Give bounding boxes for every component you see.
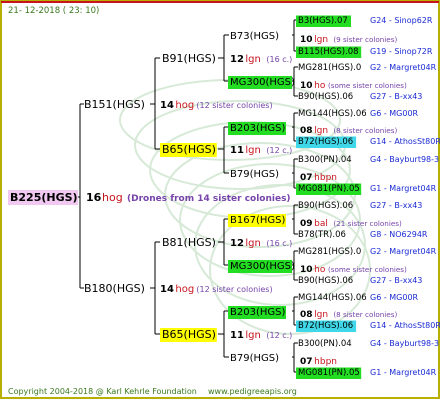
ggsire-2-1-1-note: (21 sister colonies)	[333, 219, 402, 228]
sire-1-note: (12 sister colonies)	[196, 101, 272, 110]
ancestor-1-2-1-2: B72(HGS).06	[298, 137, 353, 147]
ancestor-2-1-2-1: MG281(HGS).0	[298, 247, 361, 257]
ggsire-1-1-2-note: (some sister colonies)	[328, 81, 407, 90]
ancestor-2-1-1-1: B90(HGS).06	[298, 201, 353, 211]
root-label: B225(HGS)	[10, 191, 78, 204]
ancestor-2-1-1-2: B78(TR).06	[298, 230, 346, 240]
ggsire-2-2-2: B79(HGS)	[230, 353, 279, 364]
ggsire-2-2-2-number: 07	[300, 357, 313, 367]
ggsire-2-1-2-number: 10	[300, 265, 313, 275]
ggsire-1-2-1-hog: lgn	[314, 126, 328, 136]
ancestor-2-1-1-1-tag: G27 - B-xx43	[370, 201, 422, 210]
grandsire-2-1-hog: lgn	[245, 238, 260, 249]
sire-1: B151(HGS)	[84, 98, 145, 111]
ancestor-1-1-2-1: MG281(HGS).0	[298, 63, 361, 73]
ancestor-2-2-1-2: B72(HGS).06	[298, 321, 353, 331]
footer-copyright: Copyright 2004-2018 @ Karl Kehrle Founda…	[8, 387, 197, 396]
pedigree-chart: B225(HGS) 16 hog (Drones from 14 sister col…	[0, 0, 440, 399]
ancestor-2-2-2-1: B300(PN).04	[298, 339, 352, 349]
ggsire-2-2-2-hog: hbpn	[314, 357, 337, 367]
ggsire-1-2-1: B203(HGS)	[230, 123, 285, 134]
grandsire-1-1-number: 12	[230, 54, 244, 65]
ancestor-1-1-2-2-tag: G27 - B-xx43	[370, 92, 422, 101]
ancestor-1-2-2-1-tag: G4 - Bayburt98-3	[370, 155, 439, 164]
ancestor-2-2-1-2-tag: G14 - AthosSt80R	[370, 321, 440, 330]
ancestor-2-1-2-1-tag: G2 - Margret04R	[370, 247, 437, 256]
grandsire-2-2-note: (12 c.)	[266, 331, 292, 340]
ggsire-2-1-1-number: 09	[300, 219, 313, 229]
ggsire-2-2-1-hog: lgn	[314, 310, 328, 320]
grandsire-1-2-number: 11	[230, 145, 244, 156]
ancestor-1-1-1-1-tag: G24 - Sinop62R	[370, 16, 433, 25]
ggsire-2-1-1-hog: bal	[314, 219, 328, 229]
sire-2-note: (12 sister colonies)	[196, 285, 272, 294]
grandsire-2-1-number: 12	[230, 238, 244, 249]
grandsire-1-1-hog: lgn	[245, 54, 260, 65]
ggsire-2-1-2: MG300(HGS)	[230, 261, 295, 272]
ancestor-2-1-1-2-tag: G8 - NO6294R	[370, 230, 428, 239]
ancestor-2-2-1-1: MG144(HGS).06	[298, 293, 367, 303]
sire-2-number: 14	[160, 284, 174, 295]
ancestor-1-1-2-2: B90(HGS).06	[298, 92, 353, 102]
ggsire-1-2-2: B79(HGS)	[230, 169, 279, 180]
grandsire-2-2-hog: lgn	[245, 330, 260, 341]
ancestor-1-2-2-2-tag: G1 - Margret04R	[370, 184, 437, 193]
ancestor-1-1-1-1: B3(HGS).07	[298, 16, 348, 26]
ggsire-2-2-1: B203(HGS)	[230, 307, 285, 318]
ancestor-2-2-2-1-tag: G4 - Bayburt98-3	[370, 339, 439, 348]
root-number: 16	[86, 191, 102, 204]
ggsire-2-2-1-note: (8 sister colonies)	[333, 310, 397, 319]
ggsire-1-2-1-number: 08	[300, 126, 313, 136]
grandsire-1-2-hog: lgn	[245, 145, 260, 156]
ggsire-1-1-1-note: (9 sister colonies)	[333, 35, 397, 44]
ggsire-1-2-2-hog: hbpn	[314, 173, 337, 183]
ggsire-1-1-2-hog: ho	[314, 81, 326, 91]
grandsire-1-2: B65(HGS)	[162, 143, 216, 156]
ancestor-2-2-1-1-tag: G6 - MG00R	[370, 293, 419, 302]
grandsire-2-2-number: 11	[230, 330, 244, 341]
ggsire-1-1-1-number: 10	[300, 35, 313, 45]
ggsire-1-1-2-number: 10	[300, 81, 313, 91]
ancestor-1-1-1-2-tag: G19 - Sinop72R	[370, 47, 433, 56]
root-note: (Drones from 14 sister colonies)	[127, 194, 291, 204]
root-hog: hog	[102, 191, 123, 204]
ggsire-1-1-2: MG300(HGS)	[230, 77, 295, 88]
grandsire-2-1: B81(HGS)	[162, 236, 216, 249]
ancestor-1-2-2-1: B300(PN).04	[298, 155, 352, 165]
ggsire-2-1-2-hog: ho	[314, 265, 326, 275]
ggsire-1-1-1: B73(HGS)	[230, 31, 279, 42]
grandsire-2-1-note: (16 c.)	[266, 239, 292, 248]
sire-2: B180(HGS)	[84, 282, 145, 295]
ancestor-1-2-1-1-tag: G6 - MG00R	[370, 109, 419, 118]
grandsire-1-2-note: (12 c.)	[266, 146, 292, 155]
grandsire-1-1: B91(HGS)	[162, 52, 216, 65]
ggsire-1-2-1-note: (8 sister colonies)	[333, 126, 397, 135]
ggsire-2-2-1-number: 08	[300, 310, 313, 320]
ancestor-2-2-2-2-tag: G1 - Margret04R	[370, 368, 437, 377]
ancestor-2-1-2-2: B90(HGS).06	[298, 276, 353, 286]
footer-website[interactable]: www.pedigreeapis.org	[208, 387, 297, 396]
ggsire-1-1-1-hog: lgn	[314, 35, 328, 45]
date-stamp: 21- 12-2018 ( 23: 10)	[8, 6, 99, 16]
sire-1-number: 14	[160, 100, 174, 111]
ancestor-1-2-2-2: MG081(PN).05	[298, 184, 360, 194]
ggsire-1-2-2-number: 07	[300, 173, 313, 183]
ancestor-2-2-2-2: MG081(PN).05	[298, 368, 360, 378]
ggsire-2-1-2-note: (some sister colonies)	[328, 265, 407, 274]
ancestor-1-2-1-2-tag: G14 - AthosSt80R	[370, 137, 440, 146]
ancestor-1-1-2-1-tag: G2 - Margret04R	[370, 63, 437, 72]
sire-1-hog: hog	[175, 100, 194, 111]
grandsire-2-2: B65(HGS)	[162, 328, 216, 341]
grandsire-1-1-note: (16 c.)	[266, 55, 292, 64]
ancestor-1-2-1-1: MG144(HGS).06	[298, 109, 367, 119]
sire-2-hog: hog	[175, 284, 194, 295]
ggsire-2-1-1: B167(HGS)	[230, 215, 285, 226]
top-rule	[1, 1, 439, 3]
ancestor-1-1-1-2: B115(HGS).08	[298, 47, 359, 57]
ancestor-2-1-2-2-tag: G27 - B-xx43	[370, 276, 422, 285]
